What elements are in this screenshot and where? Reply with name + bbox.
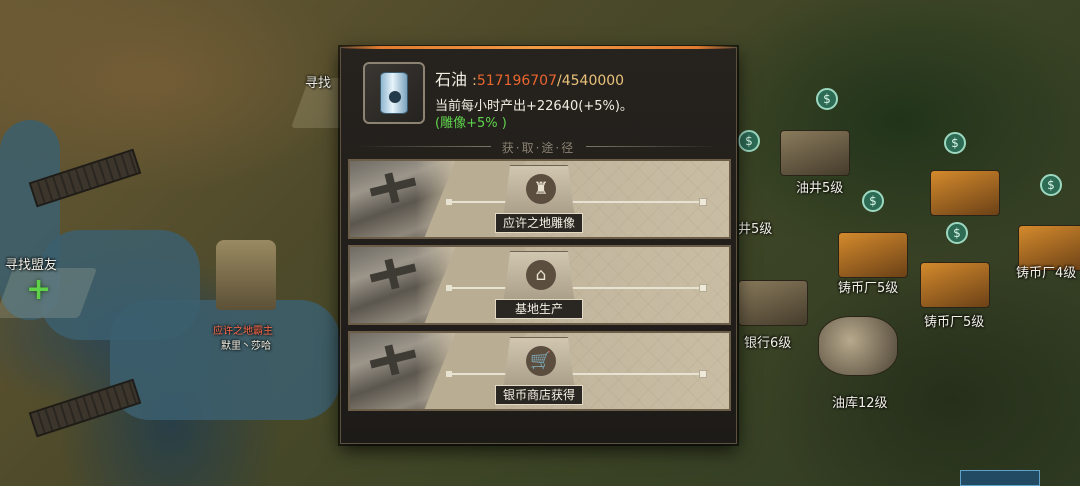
building-label: 铸币厂5级 xyxy=(838,281,899,296)
coin-pin-icon[interactable]: $ xyxy=(1040,174,1062,196)
source-label[interactable]: 基地生产 xyxy=(495,299,583,319)
mint-building[interactable] xyxy=(838,232,908,278)
building-label: 铸币厂4级 xyxy=(1016,266,1077,281)
building-label: 铸币厂5级 xyxy=(924,315,985,330)
source-label[interactable]: 银币商店获得 xyxy=(495,385,583,405)
find-ally-label[interactable]: 寻找盟友 xyxy=(5,254,57,273)
statue-icon: ♜ xyxy=(503,165,575,219)
plus-icon[interactable]: + xyxy=(26,272,51,307)
coin-pin-icon[interactable]: $ xyxy=(862,190,884,212)
building-label: 油井5级 xyxy=(796,181,844,196)
track-end xyxy=(699,284,707,292)
track-start xyxy=(446,371,452,377)
card-track xyxy=(446,284,707,292)
resource-current: 517196707 xyxy=(476,73,557,89)
base-symbol: ⌂ xyxy=(526,260,556,290)
bridge xyxy=(28,378,142,438)
card-track xyxy=(446,370,707,378)
building-label: 井5级 xyxy=(738,222,773,237)
shopping-cart-icon: 🛒 xyxy=(503,337,575,391)
oil-depot-building[interactable] xyxy=(818,316,898,376)
card-track xyxy=(446,198,707,206)
track-start xyxy=(446,199,452,205)
mint-building[interactable] xyxy=(930,170,1000,216)
statue-title: 应许之地霸主 xyxy=(213,326,273,337)
sources-header: 获·取·途·径 xyxy=(501,141,576,155)
oil-well-building[interactable] xyxy=(780,130,850,176)
sources-divider: 获·取·途·径 xyxy=(359,140,718,155)
building-label: 油库12级 xyxy=(832,396,888,411)
track-start xyxy=(446,285,452,291)
barrel-graphic xyxy=(380,72,408,114)
river xyxy=(110,300,340,420)
track-end xyxy=(699,198,707,206)
statue-symbol: ♜ xyxy=(526,174,556,204)
coin-pin-icon[interactable]: $ xyxy=(738,130,760,152)
track-end xyxy=(699,370,707,378)
base-building-icon: ⌂ xyxy=(503,251,575,305)
oil-barrel-icon xyxy=(363,62,425,124)
resource-popup: 石油 :517196707/4540000 当前每小时产出+22640(+5%)… xyxy=(340,46,737,444)
find-ally-label[interactable]: 寻找 xyxy=(305,72,331,91)
resource-name: 石油 xyxy=(435,70,468,89)
coin-pin-icon[interactable]: $ xyxy=(944,132,966,154)
source-label[interactable]: 应许之地雕像 xyxy=(495,213,583,233)
source-shop-card[interactable]: 🛒 银币商店获得 xyxy=(348,331,731,411)
coin-pin-icon[interactable]: $ xyxy=(946,222,968,244)
statue-owner: 默里丶莎哈 xyxy=(221,341,271,352)
source-base-card[interactable]: ⌂ 基地生产 xyxy=(348,245,731,325)
statue-building[interactable] xyxy=(216,240,276,310)
cart-symbol: 🛒 xyxy=(526,346,556,376)
mint-building[interactable] xyxy=(920,262,990,308)
resource-capacity: 4540000 xyxy=(561,73,625,89)
bonus-text: (雕像+5% ) xyxy=(435,116,507,131)
resource-title-row: 石油 :517196707/4540000 xyxy=(435,66,624,90)
bank-building[interactable] xyxy=(738,280,808,326)
corner-action-button[interactable] xyxy=(960,470,1040,486)
coin-pin-icon[interactable]: $ xyxy=(816,88,838,110)
divider-line xyxy=(586,146,718,147)
source-statue-card[interactable]: ♜ 应许之地雕像 xyxy=(348,159,731,239)
building-label: 银行6级 xyxy=(744,336,792,351)
